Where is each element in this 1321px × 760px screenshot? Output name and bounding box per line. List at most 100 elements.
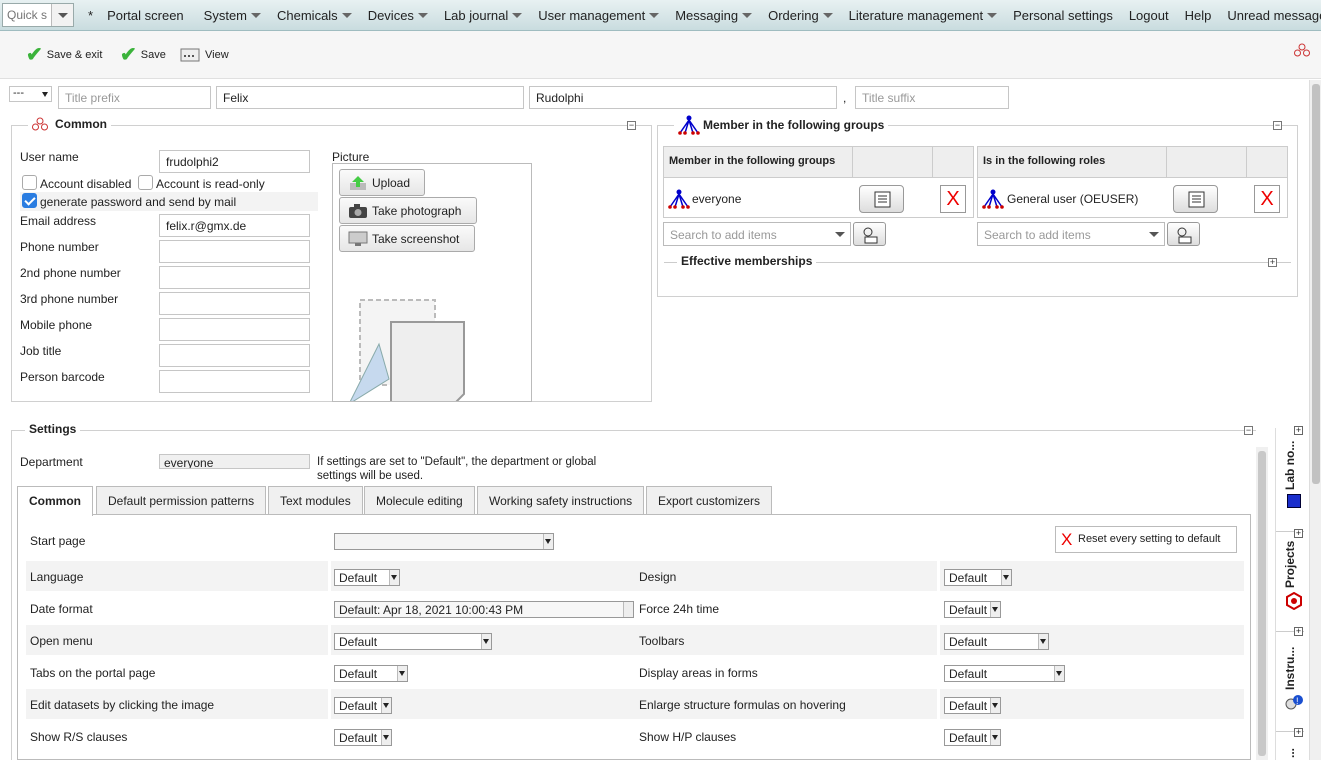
barcode-input[interactable] [159,370,310,393]
phone3-input[interactable] [159,292,310,315]
upload-button[interactable]: Upload [339,169,425,196]
chevron-down-icon [417,12,428,18]
lab-notebook-tab[interactable]: Lab no... [1283,440,1305,490]
tab-text-modules[interactable]: Text modules [268,486,363,514]
settings-scrollbar-thumb[interactable] [1258,451,1266,756]
save-exit-button[interactable]: ✔ Save & exit [26,45,102,65]
menu-personal-settings[interactable]: Personal settings [1005,0,1121,31]
expand-lab-notebook[interactable]: + [1294,426,1303,435]
menu-system[interactable]: System [196,0,269,31]
close-icon: X [1061,530,1073,549]
page-scrollbar[interactable] [1309,80,1321,760]
department-field[interactable]: everyone [159,454,310,469]
quick-search-dropdown[interactable] [51,4,73,26]
page-scrollbar-thumb[interactable] [1312,84,1320,484]
take-photograph-button[interactable]: Take photograph [339,197,477,224]
menu-lab-journal[interactable]: Lab journal [436,0,530,31]
tab-working-safety-instructions[interactable]: Working safety instructions [477,486,645,514]
gen-password-checkbox[interactable] [22,193,37,208]
setting-label: Show R/S clauses [30,730,128,744]
select-value: Default [339,635,378,649]
roles-search-button[interactable] [1167,222,1200,246]
menu-unread-messages[interactable]: Unread messages [1219,0,1321,31]
username-input[interactable]: frudolphi2 [159,150,310,173]
open-menu-select[interactable]: Default [334,633,492,650]
checkmark-icon: ✔ [120,44,137,66]
quick-search-input[interactable] [3,5,51,25]
collapse-groups-button[interactable]: − [1273,121,1282,130]
tab-default-permission-patterns[interactable]: Default permission patterns [96,486,267,514]
title-suffix-input[interactable]: Title suffix [855,86,1009,109]
expand-instruments[interactable]: + [1294,627,1303,636]
favorites-star[interactable]: * [74,0,99,31]
mobile-input[interactable] [159,318,310,341]
start-page-select[interactable] [334,533,554,550]
menu-logout[interactable]: Logout [1121,0,1177,31]
email-input[interactable]: felix.r@gmx.de [159,214,310,237]
edit-group-button[interactable] [859,185,904,213]
expand-projects[interactable]: + [1294,529,1303,538]
title-prefix-input[interactable]: Title prefix [58,86,211,109]
menu-messaging[interactable]: Messaging [667,0,760,31]
setting-label: Language [30,570,84,584]
last-name-input[interactable]: Rudolphi [529,86,837,109]
take-screenshot-button[interactable]: Take screenshot [339,225,475,252]
role-item-general-user[interactable]: General user (OEUSER) [1007,192,1138,206]
tab-molecule-editing[interactable]: Molecule editing [364,486,475,514]
view-button[interactable]: View [180,47,229,63]
display-areas-select[interactable]: Default [944,665,1065,682]
toolbars-select[interactable]: Default [944,633,1049,650]
account-readonly-checkbox[interactable] [138,175,153,190]
menu-literature-management[interactable]: Literature management [841,0,1005,31]
phone2-input[interactable] [159,266,310,289]
group-item-everyone[interactable]: everyone [692,192,741,206]
first-name-input[interactable]: Felix [216,86,524,109]
language-select[interactable]: Default [334,569,400,586]
salutation-select[interactable]: --- [9,86,52,102]
roles-search-input[interactable]: Search to add items [977,222,1144,246]
groups-search-dropdown[interactable] [829,222,851,246]
remove-role-button[interactable]: X [1254,185,1280,213]
menu-ordering[interactable]: Ordering [760,0,841,31]
date-format-field[interactable]: Default: Apr 18, 2021 10:00:43 PM [334,601,634,618]
account-disabled-checkbox[interactable] [22,175,37,190]
groups-search-input[interactable]: Search to add items [663,222,830,246]
tab-export-customizers[interactable]: Export customizers [646,486,773,514]
design-select[interactable]: Default [944,569,1012,586]
rs-clauses-select[interactable]: Default [334,729,392,746]
tab-common[interactable]: Common [17,486,93,516]
menu-devices[interactable]: Devices [360,0,436,31]
more-tab[interactable]: ... [1283,742,1305,758]
hp-clauses-select[interactable]: Default [944,729,1001,746]
menu-help[interactable]: Help [1177,0,1220,31]
collapse-common-button[interactable]: − [627,121,636,130]
reset-settings-button[interactable]: X Reset every setting to default [1055,526,1237,553]
enlarge-structure-select[interactable]: Default [944,697,1001,714]
menu-portal-screen[interactable]: Portal screen [99,0,192,31]
expand-more[interactable]: + [1294,728,1303,737]
chevron-down-icon [512,12,523,18]
expand-effective-button[interactable]: + [1268,258,1277,267]
collapse-settings-button[interactable]: − [1244,426,1253,435]
menu-chemicals[interactable]: Chemicals [269,0,360,31]
chevron-down-icon [391,575,397,580]
roles-search-dropdown[interactable] [1143,222,1165,246]
edit-role-button[interactable] [1173,185,1218,213]
picture-label: Picture [332,150,370,164]
projects-tab[interactable]: Projects [1283,540,1305,588]
settings-scrollbar[interactable] [1256,447,1268,760]
tabs-portal-select[interactable]: Default [334,665,408,682]
phone-input[interactable] [159,240,310,263]
instruments-tab[interactable]: Instru... [1283,640,1305,690]
job-title-input[interactable] [159,344,310,367]
menu-user-management[interactable]: User management [530,0,667,31]
save-button[interactable]: ✔ Save [120,44,166,66]
user-group-icon[interactable] [1294,43,1310,57]
remove-group-button[interactable]: X [940,185,966,213]
effective-memberships-legend[interactable]: Effective memberships [677,254,817,268]
quick-search[interactable] [2,3,74,27]
groups-header-remove [933,147,973,178]
force-24h-select[interactable]: Default [944,601,1001,618]
edit-datasets-select[interactable]: Default [334,697,392,714]
groups-search-button[interactable] [853,222,886,246]
